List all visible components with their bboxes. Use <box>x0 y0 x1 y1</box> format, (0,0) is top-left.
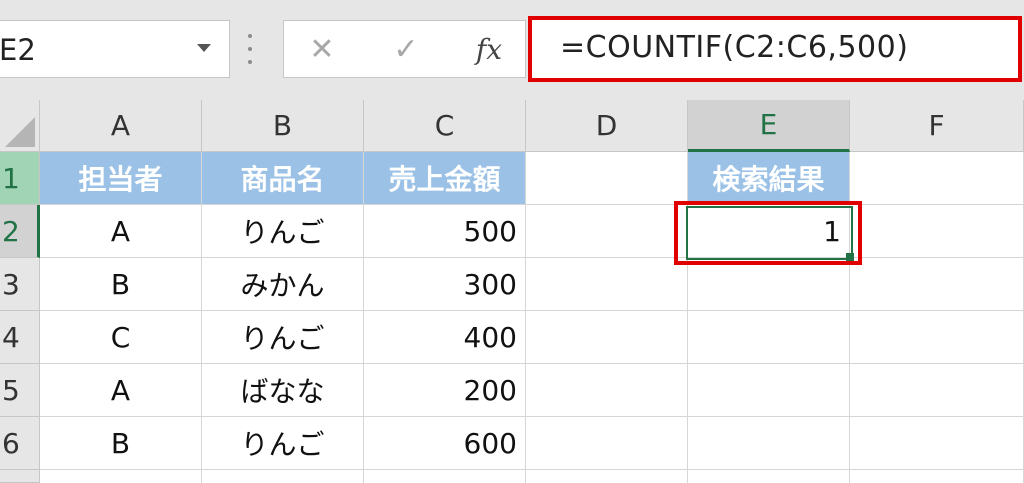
cell-a4[interactable]: C <box>40 311 202 364</box>
cell-b7[interactable] <box>202 470 364 483</box>
cell-b4[interactable]: りんご <box>202 311 364 364</box>
cell-c3[interactable]: 300 <box>364 258 526 311</box>
cell-c5[interactable]: 200 <box>364 364 526 417</box>
formula-input[interactable]: =COUNTIF(C2:C6,500) <box>528 16 1022 82</box>
column-header-a[interactable]: A <box>40 100 202 152</box>
cancel-icon[interactable]: ✕ <box>302 21 342 77</box>
row-header-2[interactable]: 2 <box>0 205 40 258</box>
name-box-value: E2 <box>0 33 36 67</box>
spreadsheet-grid: A B C D E F 1 2 3 4 5 6 担当者 商品名 売上金額 検索結… <box>0 100 1024 483</box>
cell-f3[interactable] <box>850 258 1024 311</box>
cell-d3[interactable] <box>526 258 688 311</box>
name-box[interactable]: E2 <box>0 20 230 78</box>
cell-f7[interactable] <box>850 470 1024 483</box>
cell-d5[interactable] <box>526 364 688 417</box>
cell-a5[interactable]: A <box>40 364 202 417</box>
cell-c4[interactable]: 400 <box>364 311 526 364</box>
cell-d7[interactable] <box>526 470 688 483</box>
cell-f4[interactable] <box>850 311 1024 364</box>
cell-a1[interactable]: 担当者 <box>40 152 202 205</box>
cell-e5[interactable] <box>688 364 850 417</box>
formula-tools: ✕ ✓ fx <box>283 20 526 78</box>
row-header-5[interactable]: 5 <box>0 364 40 417</box>
chevron-down-icon[interactable] <box>197 44 211 52</box>
column-header-f[interactable]: F <box>850 100 1024 152</box>
cell-f6[interactable] <box>850 417 1024 470</box>
column-header-d[interactable]: D <box>526 100 688 152</box>
cell-c6[interactable]: 600 <box>364 417 526 470</box>
cell-d4[interactable] <box>526 311 688 364</box>
cell-b5[interactable]: ばなな <box>202 364 364 417</box>
row-header-4[interactable]: 4 <box>0 311 40 364</box>
select-all-button[interactable] <box>0 100 40 152</box>
cell-a2[interactable]: A <box>40 205 202 258</box>
cell-b6[interactable]: りんご <box>202 417 364 470</box>
column-header-c[interactable]: C <box>364 100 526 152</box>
cell-e3[interactable] <box>688 258 850 311</box>
row-header-6[interactable]: 6 <box>0 417 40 470</box>
cell-a7[interactable] <box>40 470 202 483</box>
cell-f5[interactable] <box>850 364 1024 417</box>
cell-e4[interactable] <box>688 311 850 364</box>
formula-text: =COUNTIF(C2:C6,500) <box>560 30 909 65</box>
cell-f1[interactable] <box>850 152 1024 205</box>
cell-c2[interactable]: 500 <box>364 205 526 258</box>
cell-d2[interactable] <box>526 205 688 258</box>
row-header-1[interactable]: 1 <box>0 152 40 205</box>
cell-b3[interactable]: みかん <box>202 258 364 311</box>
column-header-e[interactable]: E <box>688 100 850 152</box>
cell-b2[interactable]: りんご <box>202 205 364 258</box>
column-header-b[interactable]: B <box>202 100 364 152</box>
cell-d1[interactable] <box>526 152 688 205</box>
cell-c1[interactable]: 売上金額 <box>364 152 526 205</box>
cell-d6[interactable] <box>526 417 688 470</box>
insert-function-button[interactable]: fx <box>466 21 512 77</box>
cell-e1[interactable]: 検索結果 <box>688 152 850 205</box>
formula-bar: E2 ✕ ✓ fx =COUNTIF(C2:C6,500) <box>0 0 1024 100</box>
row-header-3[interactable]: 3 <box>0 258 40 311</box>
cell-c7[interactable] <box>364 470 526 483</box>
cell-e7[interactable] <box>688 470 850 483</box>
cell-e6[interactable] <box>688 417 850 470</box>
cell-b1[interactable]: 商品名 <box>202 152 364 205</box>
cell-f2[interactable] <box>850 205 1024 258</box>
highlight-box <box>674 201 862 265</box>
enter-icon[interactable]: ✓ <box>386 21 426 77</box>
cell-a6[interactable]: B <box>40 417 202 470</box>
cell-a3[interactable]: B <box>40 258 202 311</box>
drag-handle-icon[interactable] <box>247 34 253 64</box>
row-header-7[interactable] <box>0 470 40 483</box>
